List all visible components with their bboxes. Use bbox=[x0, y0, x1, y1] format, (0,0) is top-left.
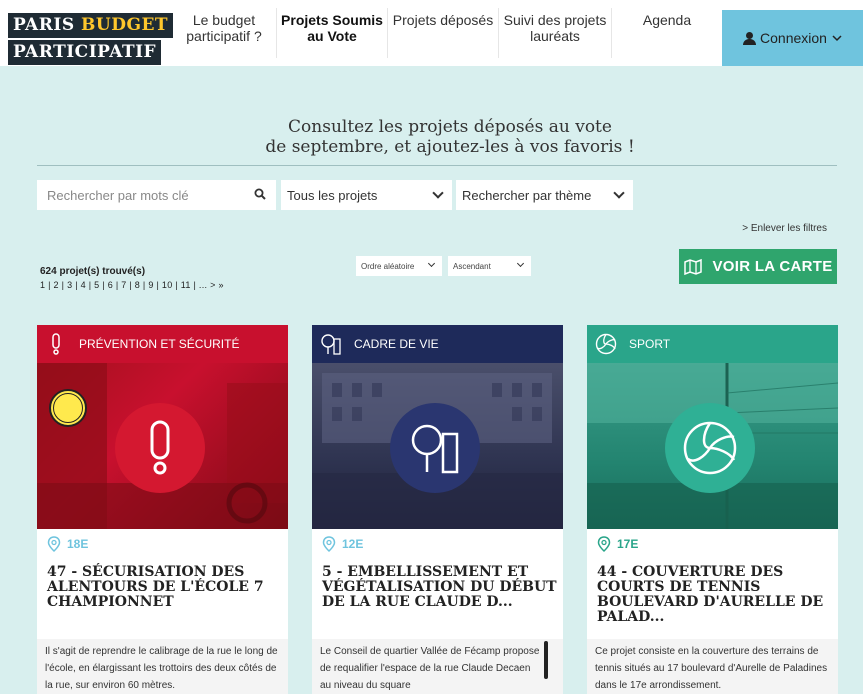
voir-carte-label: VOIR LA CARTE bbox=[712, 258, 833, 275]
card-location-label: 12E bbox=[342, 537, 364, 551]
tree-building-icon bbox=[321, 334, 341, 355]
card-description: Ce projet consiste en la couverture des … bbox=[595, 646, 828, 691]
card-image bbox=[312, 363, 563, 529]
results-count: 624 projet(s) trouvé(s) bbox=[40, 266, 146, 277]
connexion-label: Connexion bbox=[760, 30, 827, 46]
page-title-line2: de septembre, et ajoutez-les à vos favor… bbox=[265, 137, 635, 157]
category-circle bbox=[665, 403, 755, 493]
chevron-down-icon bbox=[427, 259, 436, 268]
card-category-header: CADRE DE VIE bbox=[312, 325, 563, 363]
chevron-down-icon bbox=[432, 187, 444, 199]
projects-select[interactable]: Tous les projets bbox=[281, 180, 452, 210]
card-title[interactable]: 47 - SÉCURISATION DES ALENTOURS DE L'ÉCO… bbox=[47, 565, 282, 610]
card-location-label: 18E bbox=[67, 537, 89, 551]
voir-carte-button[interactable]: VOIR LA CARTE bbox=[679, 249, 837, 284]
page-title: Consultez les projets déposés au vote de… bbox=[200, 117, 700, 157]
card-location: 18E bbox=[47, 536, 88, 552]
search-input[interactable]: Rechercher par mots clé bbox=[37, 180, 276, 210]
card-category-header: SPORT bbox=[587, 325, 838, 363]
card-description: Il s'agit de reprendre le calibrage de l… bbox=[45, 646, 278, 691]
card-category: PRÉVENTION ET SÉCURITÉ bbox=[79, 337, 240, 351]
connexion-button[interactable]: Connexion bbox=[722, 10, 863, 66]
volleyball-icon bbox=[595, 333, 617, 355]
location-pin-icon bbox=[47, 536, 61, 552]
pagination[interactable]: 1 | 2 | 3 | 4 | 5 | 6 | 7 | 8 | 9 | 10 |… bbox=[40, 280, 224, 290]
location-pin-icon bbox=[322, 536, 336, 552]
nav-item-projets-deposes[interactable]: Projets déposés bbox=[388, 0, 498, 66]
map-icon bbox=[684, 258, 703, 275]
logo-text-paris: PARIS bbox=[13, 15, 82, 35]
volleyball-icon bbox=[683, 421, 737, 475]
exclamation-icon bbox=[150, 420, 170, 475]
remove-filters-link[interactable]: > Enlever les filtres bbox=[742, 223, 827, 234]
nav-item-agenda[interactable]: Agenda bbox=[612, 0, 722, 66]
card-description: Le Conseil de quartier Vallée de Fécamp … bbox=[320, 646, 540, 691]
user-icon bbox=[743, 32, 757, 45]
card-title[interactable]: 5 - EMBELLISSEMENT ET VÉGÉTALISATION DU … bbox=[322, 565, 557, 610]
nav-item-label: Le budget participatif ? bbox=[186, 12, 262, 44]
site-logo[interactable]: PARIS BUDGET PARTICIPATIF bbox=[8, 13, 174, 65]
project-card[interactable]: SPORT 17E 44 - COUVERTURE DES COURTS DE … bbox=[587, 325, 838, 694]
chevron-down-icon bbox=[832, 35, 842, 42]
category-circle bbox=[115, 403, 205, 493]
card-location: 12E bbox=[322, 536, 363, 552]
project-card[interactable]: PRÉVENTION ET SÉCURITÉ 18E 47 - SÉCURISA… bbox=[37, 325, 288, 694]
card-image bbox=[587, 363, 838, 529]
nav-item-budget[interactable]: Le budget participatif ? bbox=[172, 0, 276, 66]
description-scrollbar[interactable] bbox=[544, 641, 548, 679]
order-select[interactable]: Ordre aléatoire bbox=[356, 256, 442, 276]
location-pin-icon bbox=[597, 536, 611, 552]
nav-item-label: Suivi des projets lauréats bbox=[503, 12, 607, 44]
chevron-down-icon bbox=[613, 187, 625, 199]
search-placeholder: Rechercher par mots clé bbox=[47, 187, 189, 203]
chevron-down-icon bbox=[516, 259, 525, 268]
card-category-header: PRÉVENTION ET SÉCURITÉ bbox=[37, 325, 288, 363]
projects-select-value: Tous les projets bbox=[287, 187, 378, 203]
card-category: CADRE DE VIE bbox=[354, 337, 439, 351]
category-circle bbox=[390, 403, 480, 493]
exclamation-icon bbox=[52, 333, 60, 355]
card-location: 17E bbox=[597, 536, 638, 552]
quartiers-populaires-badge bbox=[49, 389, 87, 427]
tree-building-icon bbox=[411, 424, 459, 474]
top-nav: PARIS BUDGET PARTICIPATIF Le budget part… bbox=[0, 0, 863, 66]
logo-text-budget: BUDGET bbox=[81, 15, 169, 35]
nav-item-label: Agenda bbox=[642, 12, 692, 28]
theme-select[interactable]: Rechercher par thème bbox=[456, 180, 633, 210]
nav-item-label: Projets Soumis au Vote bbox=[281, 12, 383, 44]
direction-select[interactable]: Ascendant bbox=[448, 256, 531, 276]
card-location-label: 17E bbox=[617, 537, 639, 551]
order-select-value: Ordre aléatoire bbox=[361, 261, 415, 271]
nav-item-projets-vote[interactable]: Projets Soumis au Vote bbox=[277, 0, 387, 66]
search-icon[interactable] bbox=[254, 188, 266, 200]
divider bbox=[37, 165, 837, 166]
card-category: SPORT bbox=[629, 337, 671, 351]
theme-select-value: Rechercher par thème bbox=[462, 187, 592, 203]
nav-item-label: Projets déposés bbox=[392, 12, 494, 28]
direction-select-value: Ascendant bbox=[453, 261, 491, 271]
page-title-line1: Consultez les projets déposés au vote bbox=[288, 117, 612, 137]
card-image bbox=[37, 363, 288, 529]
nav-item-suivi[interactable]: Suivi des projets lauréats bbox=[499, 0, 611, 66]
project-card[interactable]: CADRE DE VIE 12E 5 - EMBELLISSEMENT ET V… bbox=[312, 325, 563, 694]
logo-text-participatif: PARTICIPATIF bbox=[8, 40, 162, 65]
card-title[interactable]: 44 - COUVERTURE DES COURTS DE TENNIS BOU… bbox=[597, 565, 832, 625]
